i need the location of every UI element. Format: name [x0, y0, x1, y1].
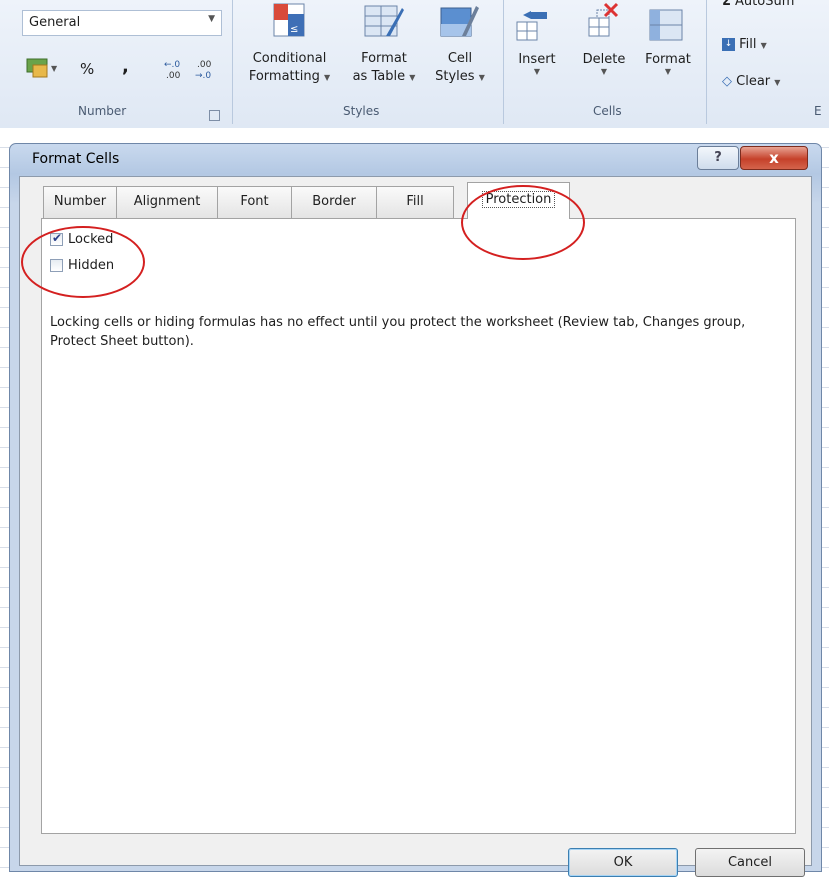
group-divider	[706, 0, 707, 124]
format-as-table-label-2: as Table	[352, 69, 406, 84]
ok-button[interactable]: OK	[568, 848, 678, 877]
format-cells-icon	[649, 9, 683, 41]
dialog-client-area: Number Alignment Font Border Fill Protec…	[19, 176, 812, 877]
autosum-label: AutoSum	[735, 0, 795, 9]
tab-protection[interactable]: Protection	[467, 182, 570, 219]
format-as-table-button[interactable]: Format as Table ▼	[340, 50, 428, 87]
clear-label: Clear	[736, 74, 771, 89]
format-as-table-label-1: Format	[361, 51, 407, 66]
fill-label: Fill	[739, 37, 757, 52]
hidden-checkbox[interactable]	[50, 259, 63, 272]
group-divider	[232, 0, 233, 124]
sigma-icon: Σ	[722, 0, 731, 9]
tab-alignment[interactable]: Alignment	[116, 186, 218, 218]
cell-styles-label-2: Styles	[435, 69, 475, 84]
svg-text:→.0: →.0	[195, 71, 211, 81]
styles-group-label: Styles	[343, 104, 380, 118]
tab-number[interactable]: Number	[43, 186, 117, 218]
locked-label: Locked	[68, 232, 114, 247]
accounting-format-icon[interactable]: ▼	[25, 56, 59, 82]
cells-group-label: Cells	[593, 104, 622, 118]
insert-label: Insert	[518, 52, 556, 67]
conditional-formatting-button[interactable]: Conditional Formatting ▼	[243, 50, 336, 87]
delete-cells-icon	[588, 2, 619, 37]
tab-fill[interactable]: Fill	[376, 186, 454, 218]
tab-label: Number	[53, 194, 107, 209]
eraser-icon: ◇	[722, 74, 732, 89]
decrease-decimal-icon[interactable]: .00 →.0	[193, 56, 221, 82]
hidden-label: Hidden	[68, 258, 115, 273]
svg-text:←.0: ←.0	[164, 60, 180, 70]
svg-text:.00: .00	[197, 60, 212, 70]
fill-button[interactable]: ↓ Fill ▼	[722, 37, 767, 52]
svg-text:▼: ▼	[51, 64, 58, 73]
help-button[interactable]: ?	[697, 146, 739, 170]
cell-styles-button[interactable]: Cell Styles ▼	[428, 50, 492, 87]
tab-label: Fill	[406, 194, 424, 209]
close-button[interactable]: x	[740, 146, 808, 170]
tab-border[interactable]: Border	[291, 186, 377, 218]
hidden-option[interactable]: Hidden	[50, 258, 114, 273]
protection-panel: Locked Hidden Locking cells or hiding fo…	[41, 218, 796, 834]
number-format-value: General	[29, 15, 81, 30]
delete-label: Delete	[582, 52, 626, 67]
tab-label: Border	[312, 194, 356, 209]
ribbon: General ▼ ▼ % , ←.0 .00 .00 →.0 Number ≤…	[0, 0, 829, 129]
comma-style-button[interactable]: ,	[122, 56, 129, 77]
insert-button[interactable]: Insert ▼	[512, 52, 562, 76]
protection-description: Locking cells or hiding formulas has no …	[50, 315, 746, 349]
group-divider	[503, 0, 504, 124]
cell-styles-label-1: Cell	[447, 51, 473, 66]
tab-label: Font	[240, 194, 269, 209]
cancel-button[interactable]: Cancel	[695, 848, 805, 877]
delete-button[interactable]: Delete ▼	[574, 52, 634, 76]
format-cells-dialog: Format Cells ? x Number Alignment Font B…	[9, 143, 822, 877]
percent-style-button[interactable]: %	[80, 60, 94, 78]
tab-font[interactable]: Font	[217, 186, 292, 218]
locked-option[interactable]: Locked	[50, 231, 114, 247]
dialog-title: Format Cells	[32, 151, 120, 167]
tab-label: Protection	[481, 191, 556, 208]
conditional-formatting-label-2: Formatting	[248, 69, 320, 84]
fill-down-icon: ↓	[722, 38, 735, 51]
chevron-down-icon: ▼	[208, 14, 215, 24]
format-label: Format	[645, 52, 691, 67]
conditional-formatting-label-1: Conditional	[252, 51, 327, 66]
insert-cells-icon	[516, 11, 547, 41]
increase-decimal-icon[interactable]: ←.0 .00	[162, 56, 190, 82]
locked-checkbox[interactable]	[50, 231, 63, 246]
tab-label: Alignment	[133, 194, 201, 209]
autosum-button[interactable]: Σ AutoSum	[722, 0, 794, 9]
dialog-launcher-icon[interactable]	[209, 110, 220, 121]
format-button[interactable]: Format ▼	[638, 52, 698, 76]
clear-button[interactable]: ◇ Clear ▼	[722, 74, 780, 89]
conditional-formatting-icon: ≤	[273, 3, 305, 37]
format-as-table-icon	[364, 5, 404, 37]
cell-styles-icon	[440, 6, 479, 37]
number-group-label: Number	[78, 104, 127, 118]
svg-text:.00: .00	[166, 71, 181, 81]
svg-text:≤: ≤	[290, 24, 298, 35]
number-format-dropdown[interactable]: General ▼	[22, 10, 222, 36]
editing-group-label: E	[814, 104, 822, 118]
